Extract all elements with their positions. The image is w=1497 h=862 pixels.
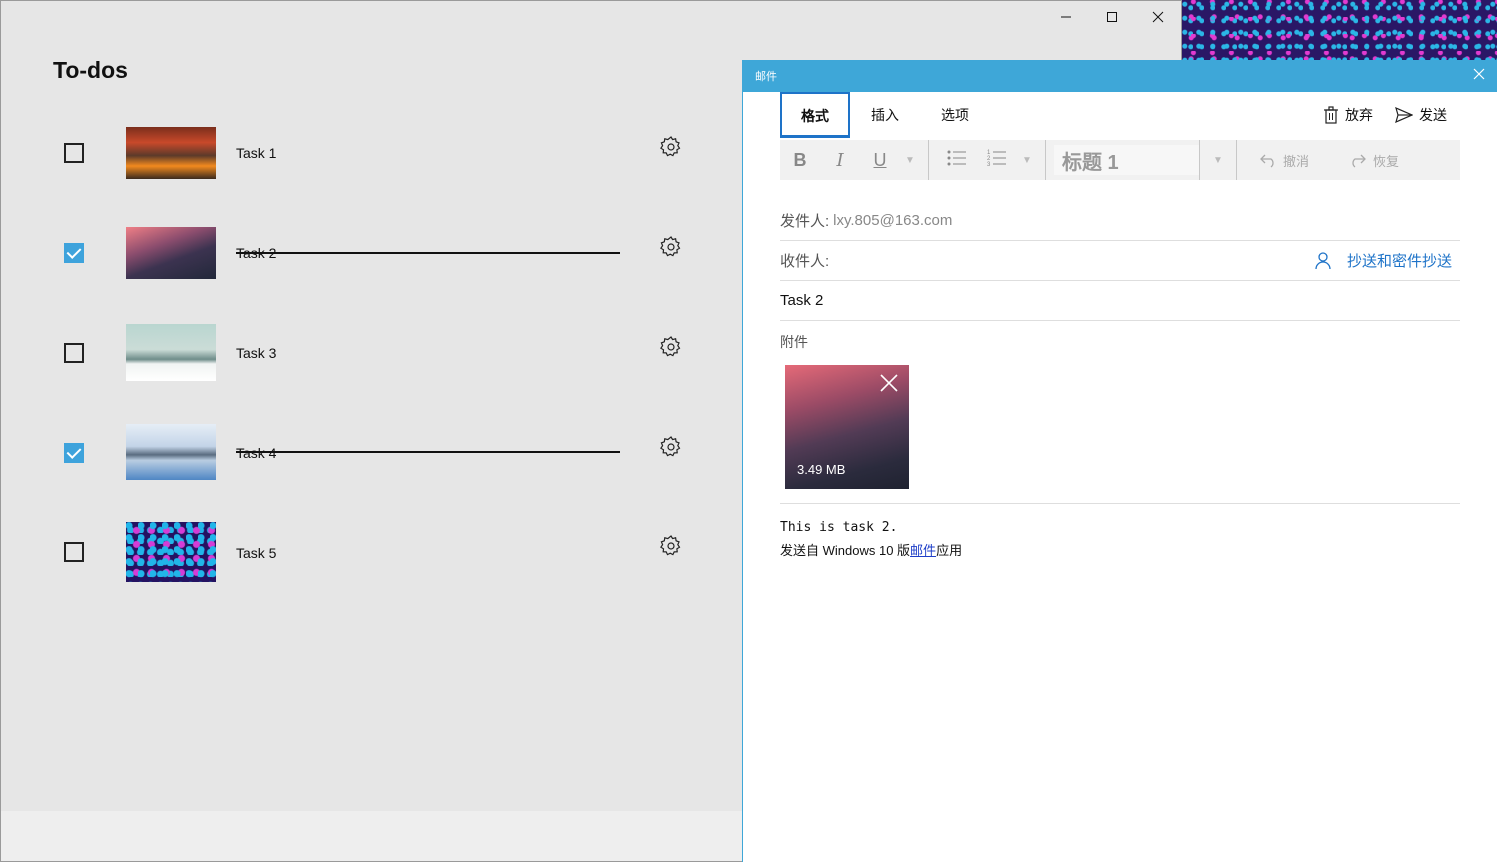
undo-label: 撤消: [1283, 153, 1310, 169]
gear-icon[interactable]: [659, 335, 683, 359]
window-controls: [1043, 1, 1181, 33]
numbered-list-icon: 123: [987, 150, 1006, 168]
chevron-down-icon[interactable]: ▼: [1017, 155, 1037, 166]
task-label: Task 1: [236, 145, 277, 161]
task-thumbnail: [126, 227, 216, 279]
from-value: lxy.805@163.com: [833, 212, 953, 229]
send-button[interactable]: 发送: [1395, 105, 1447, 125]
close-button[interactable]: [1135, 1, 1181, 33]
svg-text:3: 3: [987, 162, 991, 167]
undo-icon: [1260, 154, 1274, 168]
mail-window: 邮件 格式 插入 选项 放弃 发送 B I U ▼ 123 ▼ 标题 1 ▼ 撤…: [742, 60, 1497, 862]
task-row: Task 2: [1, 227, 741, 287]
from-field[interactable]: 发件人: lxy.805@163.com: [780, 201, 1460, 241]
gear-icon[interactable]: [659, 435, 683, 459]
ribbon-tabs: 格式 插入 选项: [780, 92, 990, 138]
redo-button[interactable]: 恢复: [1335, 151, 1425, 170]
maximize-button[interactable]: [1089, 1, 1135, 33]
page-title: To-dos: [53, 57, 128, 83]
body-divider: [780, 503, 1460, 504]
underline-button[interactable]: U: [860, 150, 900, 171]
attachment-thumbnail[interactable]: 3.49 MB: [785, 365, 909, 489]
toolbar-divider: [1045, 140, 1046, 180]
gear-icon[interactable]: [659, 135, 683, 159]
ribbon-actions: 放弃 发送: [1323, 92, 1447, 138]
redo-icon: [1352, 154, 1366, 168]
bullet-list-button[interactable]: [937, 149, 977, 172]
message-signature: 发送自 Windows 10 版邮件应用: [780, 540, 962, 559]
task-checkbox[interactable]: [64, 542, 84, 562]
task-thumbnail: [126, 324, 216, 381]
task-row: Task 4: [1, 424, 741, 484]
chevron-down-icon[interactable]: ▼: [900, 155, 920, 166]
attachment-size: 3.49 MB: [797, 462, 846, 477]
tab-format[interactable]: 格式: [780, 92, 850, 138]
mail-titlebar: 邮件: [743, 60, 1497, 92]
cc-bcc-label: 抄送和密件抄送: [1346, 253, 1452, 270]
task-thumbnail: [126, 127, 216, 179]
gear-icon[interactable]: [659, 235, 683, 259]
task-label: Task 5: [236, 545, 277, 561]
task-thumbnail: [126, 522, 216, 582]
minimize-icon: [1061, 16, 1071, 18]
message-body[interactable]: This is task 2.: [780, 520, 897, 535]
tab-insert[interactable]: 插入: [850, 92, 920, 138]
format-toolbar: B I U ▼ 123 ▼ 标题 1 ▼ 撤消 恢复: [780, 140, 1460, 180]
signature-prefix: 发送自 Windows 10 版: [780, 543, 911, 558]
task-row: Task 3: [1, 324, 741, 384]
task-thumbnail: [126, 424, 216, 480]
undo-button[interactable]: 撤消: [1245, 151, 1335, 170]
task-row: Task 1: [1, 127, 741, 187]
task-label: Task 4: [236, 445, 277, 461]
heading-style-select[interactable]: 标题 1: [1054, 145, 1199, 175]
gear-icon[interactable]: [659, 534, 683, 558]
strikethrough-line: [236, 451, 620, 453]
cc-bcc-link[interactable]: 抄送和密件抄送: [1315, 250, 1452, 271]
send-label: 发送: [1419, 107, 1447, 123]
person-icon: [1315, 251, 1331, 269]
mail-app-link[interactable]: 邮件: [910, 543, 936, 558]
discard-button[interactable]: 放弃: [1323, 105, 1373, 125]
signature-suffix: 应用: [936, 543, 963, 558]
italic-button[interactable]: I: [820, 150, 860, 171]
discard-label: 放弃: [1345, 107, 1373, 123]
numbered-list-button[interactable]: 123: [977, 149, 1017, 172]
close-icon[interactable]: [1473, 68, 1485, 80]
subject-value: Task 2: [780, 292, 824, 309]
task-row: Task 5: [1, 522, 741, 582]
bullet-list-icon: [947, 150, 966, 165]
bold-button[interactable]: B: [780, 150, 820, 171]
strikethrough-line: [236, 252, 620, 254]
minimize-button[interactable]: [1043, 1, 1089, 33]
mail-window-title: 邮件: [755, 71, 777, 83]
task-checkbox[interactable]: [64, 443, 84, 463]
send-icon: [1395, 107, 1413, 123]
tab-options[interactable]: 选项: [920, 92, 990, 138]
to-label: 收件人:: [780, 253, 830, 270]
task-checkbox[interactable]: [64, 243, 84, 263]
to-field[interactable]: 收件人: 抄送和密件抄送: [780, 241, 1460, 281]
attachments-label: 附件: [780, 334, 808, 350]
task-label: Task 3: [236, 345, 277, 361]
chevron-down-icon[interactable]: ▼: [1208, 155, 1228, 166]
toolbar-divider: [1236, 140, 1237, 180]
from-label: 发件人:: [780, 213, 830, 230]
trash-icon: [1324, 106, 1338, 124]
close-icon[interactable]: [879, 373, 899, 393]
toolbar-divider: [1199, 140, 1200, 180]
toolbar-divider: [928, 140, 929, 180]
redo-label: 恢复: [1373, 153, 1400, 169]
subject-field[interactable]: Task 2: [780, 281, 1460, 321]
close-icon: [1152, 11, 1164, 23]
task-checkbox[interactable]: [64, 343, 84, 363]
task-checkbox[interactable]: [64, 143, 84, 163]
maximize-icon: [1107, 12, 1117, 22]
